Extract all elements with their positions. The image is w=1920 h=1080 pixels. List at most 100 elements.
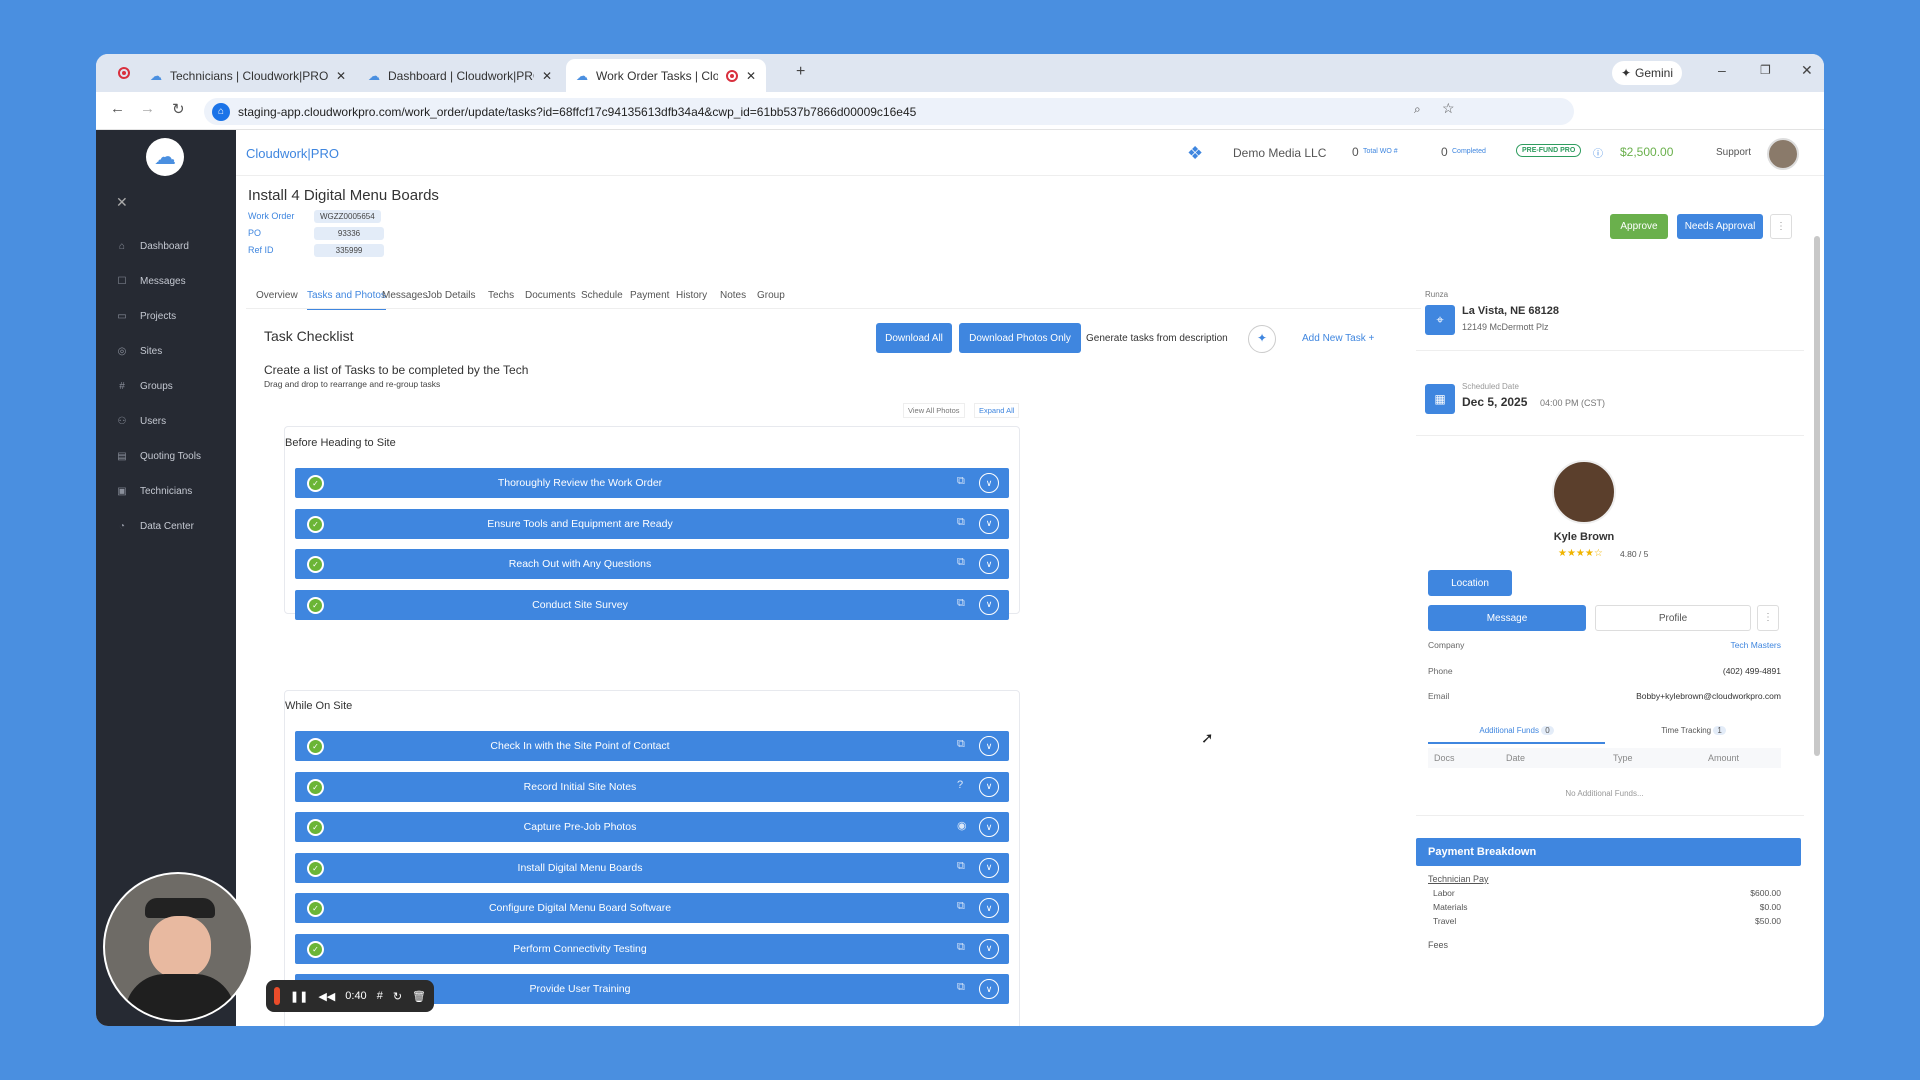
task-row[interactable]: ✓ Configure Digital Menu Board Software ⧉ ∨	[295, 893, 1009, 923]
tab-messages[interactable]: Messages	[382, 290, 428, 301]
tab-notes[interactable]: Notes	[720, 290, 746, 301]
chevron-down-icon[interactable]: ∨	[979, 513, 999, 534]
chevron-down-icon[interactable]: ∨	[979, 938, 999, 959]
tab-overview[interactable]: Overview	[256, 290, 298, 301]
sidebar-item-dashboard[interactable]: ⌂ Dashboard	[116, 241, 189, 252]
task-row[interactable]: ✓ Thoroughly Review the Work Order ⧉ ∨	[295, 468, 1009, 498]
download-photos-button[interactable]: Download Photos Only	[959, 323, 1081, 353]
support-link[interactable]: Support	[1716, 147, 1751, 158]
sidebar-item-messages[interactable]: ☐ Messages	[116, 276, 186, 287]
copy-icon[interactable]: ⧉	[957, 860, 969, 873]
more-options-icon[interactable]: ⋮	[1770, 214, 1792, 239]
copy-icon[interactable]: ⧉	[957, 556, 969, 569]
chevron-down-icon[interactable]: ∨	[979, 736, 999, 756]
tab-group[interactable]: Group	[757, 290, 785, 301]
copy-icon[interactable]: ⧉	[957, 900, 969, 913]
close-tab-icon[interactable]: ✕	[746, 69, 756, 83]
info-icon[interactable]: ⓘ	[1593, 145, 1603, 160]
gemini-button[interactable]: ✦ Gemini	[1612, 61, 1682, 85]
tab-schedule[interactable]: Schedule	[581, 290, 623, 301]
tab-tasks-and-photos[interactable]: Tasks and Photos	[307, 290, 386, 310]
approve-button[interactable]: Approve	[1610, 214, 1668, 239]
minimize-icon[interactable]: –	[1718, 62, 1726, 78]
close-sidebar-icon[interactable]: ✕	[116, 194, 128, 211]
task-row[interactable]: ✓ Capture Pre-Job Photos ◉ ∨	[295, 812, 1009, 842]
tab-documents[interactable]: Documents	[525, 290, 576, 301]
tab-job-details[interactable]: Job Details	[426, 290, 475, 301]
new-tab-icon[interactable]: +	[796, 63, 805, 81]
tab-additional-funds[interactable]: Additional Funds 0	[1428, 724, 1605, 744]
tech-photo[interactable]	[1552, 460, 1616, 524]
chevron-down-icon[interactable]: ∨	[979, 594, 999, 615]
tech-name[interactable]: Kyle Brown	[1536, 531, 1632, 543]
bookmark-star-icon[interactable]: ☆	[1442, 100, 1455, 117]
task-row[interactable]: ✓ Conduct Site Survey ⧉ ∨	[295, 589, 1009, 620]
copy-icon[interactable]: ⧉	[957, 475, 969, 488]
sidebar-item-projects[interactable]: ▭ Projects	[116, 311, 176, 322]
chevron-down-icon[interactable]: ∨	[979, 554, 999, 574]
task-row[interactable]: ✓ Check In with the Site Point of Contact…	[295, 731, 1009, 761]
chevron-down-icon[interactable]: ∨	[979, 776, 999, 797]
sidebar-item-technicians[interactable]: ▣ Technicians	[116, 486, 192, 497]
tab-history[interactable]: History	[676, 290, 707, 301]
app-logo-icon[interactable]: ☁	[146, 138, 184, 176]
zoom-icon[interactable]: ⌕	[1414, 102, 1421, 117]
tech-company[interactable]: Tech Masters	[1688, 640, 1781, 650]
close-window-icon[interactable]: ✕	[1801, 62, 1813, 79]
pause-icon[interactable]: ❚❚	[290, 990, 308, 1003]
tech-more-icon[interactable]: ⋮	[1757, 605, 1779, 631]
task-row[interactable]: ✓ Record Initial Site Notes? ∨	[295, 771, 1009, 802]
profile-button[interactable]: Profile	[1595, 605, 1751, 631]
chevron-down-icon[interactable]: ∨	[979, 898, 999, 918]
task-row[interactable]: ✓ Perform Connectivity Testing ⧉ ∨	[295, 933, 1009, 964]
sidebar-item-users[interactable]: ⚇ Users	[116, 416, 167, 427]
download-all-button[interactable]: Download All	[876, 323, 952, 353]
sidebar-item-sites[interactable]: ◎ Sites	[116, 346, 163, 357]
sidebar-item-data-center[interactable]: ◔ Data Center	[116, 521, 194, 532]
tab-time-tracking[interactable]: Time Tracking 1	[1605, 724, 1782, 744]
brand-name[interactable]: Cloudwork|PRO	[246, 146, 339, 161]
view-all-photos-button[interactable]: View All Photos	[903, 403, 965, 418]
copy-icon[interactable]: ⧉	[957, 981, 969, 994]
restore-icon[interactable]: ❐	[1760, 63, 1771, 77]
sidebar-item-groups[interactable]: # Groups	[116, 381, 173, 392]
task-row[interactable]: ✓ Reach Out with Any Questions ⧉ ∨	[295, 549, 1009, 579]
location-button[interactable]: Location	[1428, 570, 1512, 596]
trash-icon[interactable]: 🗑	[412, 990, 426, 1003]
url-input[interactable]: ⌂ staging-app.cloudworkpro.com/work_orde…	[204, 98, 1574, 125]
ai-generate-icon[interactable]: ✦	[1248, 325, 1276, 353]
chevron-down-icon[interactable]: ∨	[979, 857, 999, 878]
rewind-icon[interactable]: ◀◀	[318, 990, 335, 1003]
chevron-down-icon[interactable]: ∨	[979, 473, 999, 493]
page-scrollbar[interactable]	[1814, 236, 1820, 756]
close-tab-icon[interactable]: ✕	[542, 69, 552, 83]
copy-icon[interactable]: ⧉	[957, 516, 969, 529]
task-row[interactable]: ✓ Install Digital Menu Boards ⧉ ∨	[295, 852, 1009, 883]
stop-recording-icon[interactable]	[274, 987, 280, 1005]
copy-icon[interactable]: ⧉	[957, 597, 969, 610]
restart-icon[interactable]: ↻	[393, 990, 402, 1003]
help-icon[interactable]: ?	[957, 779, 969, 792]
camera-icon[interactable]: ◉	[957, 819, 969, 832]
browser-tab-work-order-tasks[interactable]: ☁Work Order Tasks | Cloudw✕	[566, 59, 766, 92]
browser-tab-technicians[interactable]: ☁ Technicians | Cloudwork|PRO ✕	[140, 59, 356, 92]
tab-techs[interactable]: Techs	[488, 290, 514, 301]
sidebar-item-quoting-tools[interactable]: ▤ Quoting Tools	[116, 451, 201, 462]
message-button[interactable]: Message	[1428, 605, 1586, 631]
site-info-icon[interactable]: ⌂	[212, 102, 230, 121]
back-icon[interactable]: ←	[110, 100, 125, 117]
reload-icon[interactable]: ↻	[172, 100, 185, 118]
close-tab-icon[interactable]: ✕	[336, 69, 346, 83]
chevron-down-icon[interactable]: ∨	[979, 979, 999, 999]
company-name[interactable]: Demo Media LLC	[1233, 146, 1326, 160]
add-task-link[interactable]: Add New Task +	[1302, 333, 1374, 344]
browser-tab-dashboard[interactable]: ☁ Dashboard | Cloudwork|PRO ✕	[358, 59, 562, 92]
grid-icon[interactable]: #	[377, 990, 383, 1002]
copy-icon[interactable]: ⧉	[957, 941, 969, 954]
chevron-down-icon[interactable]: ∨	[979, 817, 999, 837]
avatar[interactable]	[1767, 138, 1799, 170]
expand-all-button[interactable]: Expand All	[974, 403, 1020, 418]
tab-payment[interactable]: Payment	[630, 290, 669, 301]
task-row[interactable]: ✓ Ensure Tools and Equipment are Ready ⧉ ∨	[295, 508, 1009, 539]
forward-icon[interactable]: →	[140, 100, 155, 117]
